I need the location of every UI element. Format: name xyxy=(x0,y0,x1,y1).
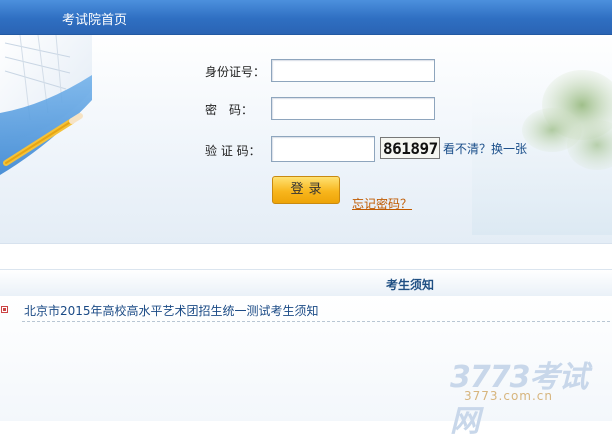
notice-heading: 考生须知 xyxy=(386,278,435,292)
pencil-paper-illustration xyxy=(0,35,92,175)
notice-section-header: 考生须知 xyxy=(0,269,612,297)
watermark-sub-text: 3773.com.cn xyxy=(464,389,553,403)
top-header-bar: 考试院首页 xyxy=(0,0,612,35)
id-number-input[interactable] xyxy=(271,59,435,82)
refresh-captcha-link[interactable]: 看不清？换一张 xyxy=(443,140,527,157)
watermark-logo: 3773考试网 3773.com.cn xyxy=(450,352,605,439)
page-title: 考试院首页 xyxy=(62,13,128,28)
forgot-password-link[interactable]: 忘记密码？ xyxy=(352,195,412,212)
password-input[interactable] xyxy=(271,97,435,120)
captcha-image[interactable]: 861897 xyxy=(380,137,440,159)
list-item: 北京市2015年高校高水平艺术团招生统一测试考生须知 xyxy=(0,300,612,322)
captcha-label: 验 证 码： xyxy=(205,144,261,158)
captcha-input[interactable] xyxy=(271,136,375,162)
divider xyxy=(22,321,610,322)
bullet-icon xyxy=(1,306,8,313)
landscape-illustration xyxy=(472,35,612,235)
password-label: 密 码： xyxy=(205,103,254,117)
id-number-label: 身份证号： xyxy=(205,65,266,79)
notice-link[interactable]: 北京市2015年高校高水平艺术团招生统一测试考生须知 xyxy=(24,302,319,319)
login-button[interactable]: 登录 xyxy=(272,176,340,204)
